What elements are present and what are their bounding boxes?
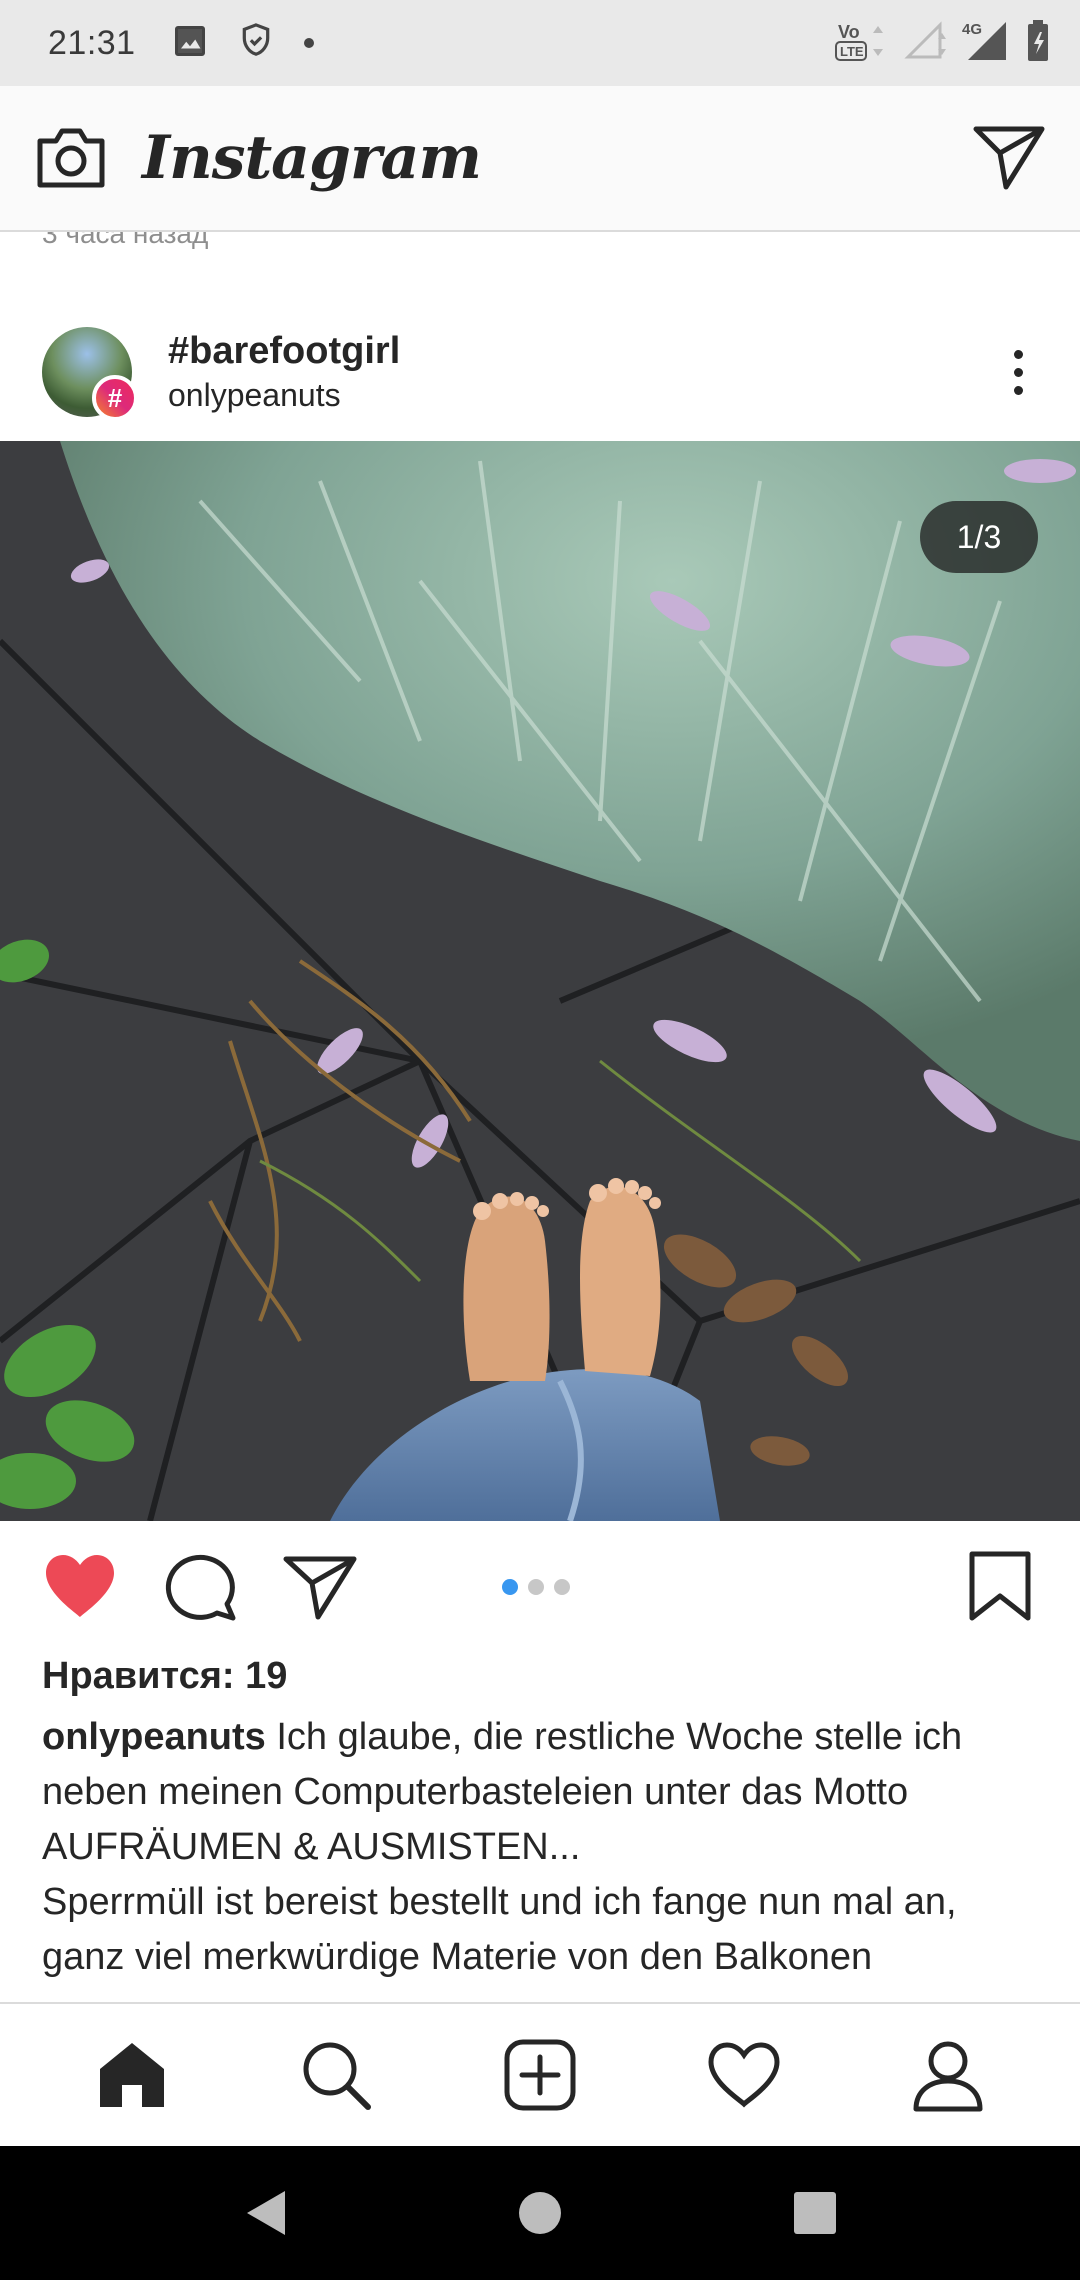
photo-illustration (0, 441, 1080, 1521)
app-header: Instagram (0, 86, 1080, 232)
carousel-dot (554, 1579, 570, 1595)
home-circle-icon[interactable] (510, 2183, 570, 2243)
post-photo[interactable]: 1/3 (0, 441, 1080, 1521)
signal-icon (904, 20, 948, 66)
recents-icon[interactable] (785, 2183, 845, 2243)
svg-text:Vo: Vo (838, 22, 860, 42)
camera-icon[interactable] (34, 121, 108, 196)
avatar[interactable]: # (42, 327, 138, 421)
previous-post-timestamp: 3 часа назад (42, 232, 209, 249)
add-post-icon[interactable] (495, 2030, 585, 2120)
comment-icon[interactable] (160, 1546, 240, 1626)
carousel-page-indicator: 1/3 (920, 501, 1038, 573)
status-system-icons: Vo LTE 4G (834, 18, 1050, 69)
post-header: # #barefootgirl onlypeanuts (0, 312, 1080, 432)
caption-username[interactable]: onlypeanuts (42, 1716, 266, 1758)
more-options-icon[interactable] (998, 342, 1038, 402)
hashtag-badge: # (92, 375, 138, 421)
bottom-nav (0, 2002, 1080, 2146)
system-nav-bar (0, 2146, 1080, 2280)
more-dot (1013, 349, 1023, 359)
dot-icon (303, 38, 314, 48)
profile-icon[interactable] (903, 2030, 993, 2120)
status-time: 21:31 (48, 23, 136, 62)
instagram-logo[interactable]: Instagram (142, 123, 482, 193)
activity-heart-icon[interactable] (699, 2030, 789, 2120)
more-dot (1013, 385, 1023, 395)
caption-text-2: Sperrmüll ist bereist bestellt und ich f… (42, 1881, 957, 1978)
bookmark-icon[interactable] (960, 1546, 1040, 1626)
svg-text:LTE: LTE (840, 44, 864, 59)
share-paper-plane-icon[interactable] (280, 1546, 360, 1626)
post-titles: #barefootgirl onlypeanuts (168, 330, 400, 414)
status-bar: 21:31 Vo LTE 4G (0, 0, 1080, 86)
back-icon[interactable] (235, 2183, 295, 2243)
more-dot (1013, 367, 1023, 377)
battery-icon (1026, 19, 1050, 67)
shield-icon (238, 22, 274, 65)
home-icon[interactable] (87, 2030, 177, 2120)
network-label: 4G (962, 21, 982, 38)
post-caption: onlypeanuts Ich glaube, die restliche Wo… (42, 1710, 1042, 1985)
feed[interactable]: 3 часа назад # #barefootgirl onlypeanuts (0, 232, 1080, 2002)
status-notification-icons (172, 22, 314, 65)
carousel-dot-active (502, 1579, 518, 1595)
likes-count[interactable]: Нравится: 19 (42, 1655, 287, 1698)
like-heart-icon[interactable] (40, 1546, 120, 1626)
post-username[interactable]: onlypeanuts (168, 377, 400, 414)
image-icon (172, 23, 208, 64)
search-icon[interactable] (291, 2030, 381, 2120)
post-hashtag[interactable]: #barefootgirl (168, 330, 400, 373)
paper-plane-icon[interactable] (972, 121, 1046, 196)
post-actions (0, 1521, 1080, 1651)
carousel-dots (502, 1579, 570, 1595)
carousel-dot (528, 1579, 544, 1595)
4g-signal-icon: 4G (962, 20, 1012, 67)
volte-icon: Vo LTE (834, 18, 890, 69)
